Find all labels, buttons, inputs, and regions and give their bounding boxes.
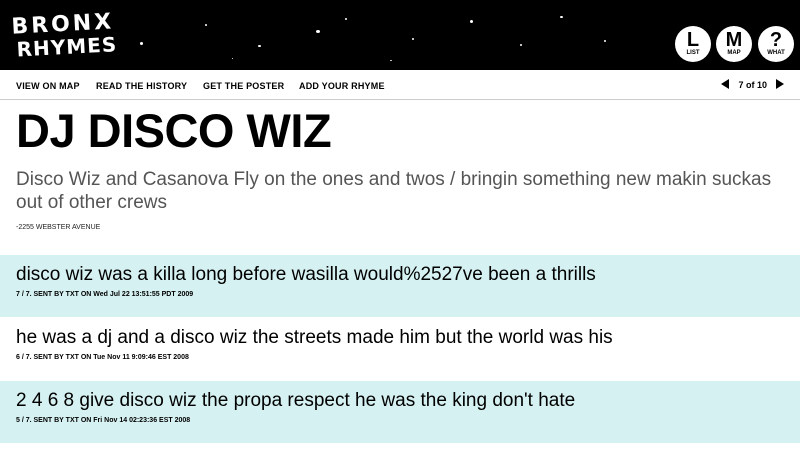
map-button-label: MAP: [727, 50, 741, 56]
spray-speck: [470, 20, 473, 23]
logo-line-2: RHYMES: [16, 32, 118, 62]
spray-speck: [205, 24, 207, 26]
rhyme-text: he was a dj and a disco wiz the streets …: [16, 327, 613, 348]
spray-speck: [604, 40, 606, 42]
nav-view-on-map[interactable]: VIEW ON MAP: [16, 81, 80, 91]
spray-speck: [316, 30, 320, 33]
prev-arrow-icon[interactable]: [721, 79, 730, 89]
spray-speck: [232, 58, 233, 59]
spray-speck: [560, 16, 563, 18]
map-button[interactable]: M MAP: [716, 26, 752, 62]
spray-speck: [520, 44, 522, 46]
location-address: -2255 WEBSTER AVENUE: [16, 224, 101, 231]
rhyme-list: disco wiz was a killa long before wasill…: [0, 255, 800, 444]
page-title: DJ DISCO WIZ: [16, 104, 332, 157]
rhyme-item: disco wiz was a killa long before wasill…: [0, 255, 800, 318]
nav-bar: VIEW ON MAP READ THE HISTORY GET THE POS…: [0, 70, 800, 100]
spray-speck: [258, 45, 261, 47]
spray-speck: [140, 42, 143, 45]
rhyme-meta: 6 / 7. SENT BY TXT ON Tue Nov 11 9:09:46…: [16, 354, 189, 361]
nav-get-the-poster[interactable]: GET THE POSTER: [203, 81, 284, 91]
rhyme-meta: 7 / 7. SENT BY TXT ON Wed Jul 22 13:51:5…: [16, 291, 194, 298]
nav-add-your-rhyme[interactable]: ADD YOUR RHYME: [299, 81, 385, 91]
spray-speck: [390, 60, 392, 61]
nav-read-the-history[interactable]: READ THE HISTORY: [96, 81, 187, 91]
list-button[interactable]: L LIST: [675, 26, 711, 62]
top-header-bar: BRONX RHYMES L LIST M MAP ? WHAT: [0, 0, 800, 70]
map-button-letter: M: [725, 29, 743, 51]
pager: 7 of 10: [721, 79, 784, 90]
list-button-label: LIST: [686, 50, 700, 56]
rhyme-item: he was a dj and a disco wiz the streets …: [0, 318, 800, 381]
rhyme-text: disco wiz was a killa long before wasill…: [16, 264, 596, 285]
what-button[interactable]: ? WHAT: [758, 26, 794, 62]
list-button-letter: L: [686, 29, 700, 51]
next-arrow-icon[interactable]: [776, 79, 784, 89]
pager-count: 7 of 10: [738, 80, 767, 90]
spray-speck: [345, 18, 347, 20]
bronx-rhymes-logo[interactable]: BRONX RHYMES: [11, 9, 118, 62]
page-subtitle: Disco Wiz and Casanova Fly on the ones a…: [16, 169, 772, 213]
rhyme-item: 2 4 6 8 give disco wiz the propa respect…: [0, 381, 800, 444]
rhyme-meta: 5 / 7. SENT BY TXT ON Fri Nov 14 02:23:3…: [16, 417, 191, 424]
rhyme-text: 2 4 6 8 give disco wiz the propa respect…: [16, 390, 576, 411]
what-button-letter: ?: [769, 29, 783, 51]
what-button-label: WHAT: [767, 50, 785, 56]
spray-speck: [412, 38, 414, 40]
